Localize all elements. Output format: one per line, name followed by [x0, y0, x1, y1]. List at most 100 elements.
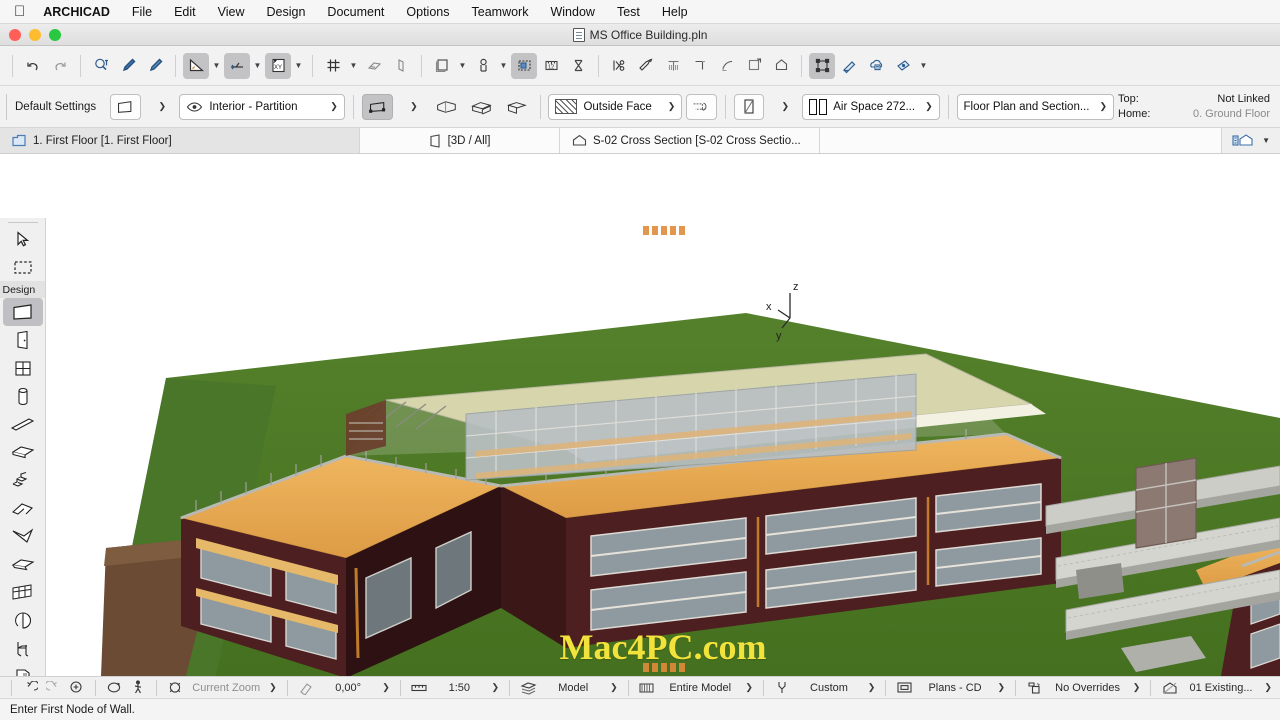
- menu-item-test[interactable]: Test: [606, 5, 651, 19]
- current-zoom-value[interactable]: Current Zoom: [188, 682, 264, 694]
- document-tools-icon[interactable]: [863, 53, 889, 79]
- orbit-icon[interactable]: [104, 679, 124, 697]
- renovation-filter-chevron-icon[interactable]: ❯: [1262, 682, 1274, 693]
- scale-chevron-icon[interactable]: ❯: [490, 682, 502, 693]
- measure-icon[interactable]: 12: [538, 53, 564, 79]
- structure-chevron-icon[interactable]: ❯: [925, 101, 933, 112]
- orientation-icon[interactable]: [296, 679, 316, 697]
- layer-chevron-icon[interactable]: ❯: [330, 101, 338, 112]
- penset-value[interactable]: Custom: [795, 682, 862, 694]
- menu-item-teamwork[interactable]: Teamwork: [461, 5, 540, 19]
- walk-icon[interactable]: [128, 679, 148, 697]
- geometry-polygonal-wall-button[interactable]: [501, 94, 532, 120]
- top-value[interactable]: Not Linked: [1166, 93, 1270, 105]
- slab-tool[interactable]: [3, 438, 43, 466]
- stair-tool[interactable]: [3, 466, 43, 494]
- menu-item-design[interactable]: Design: [256, 5, 317, 19]
- geometry-methods-arrow[interactable]: ❯: [397, 94, 427, 120]
- selection-frame-icon[interactable]: [809, 53, 835, 79]
- roof-tool[interactable]: [3, 494, 43, 522]
- marquee-3d-icon[interactable]: [511, 53, 537, 79]
- coordinate-origin-chevron-icon[interactable]: ▼: [292, 53, 305, 79]
- furniture-tool[interactable]: [3, 634, 43, 662]
- trim-icon[interactable]: [606, 53, 632, 79]
- 3d-viewport[interactable]: z x y Mac4PC.com: [46, 218, 1280, 676]
- wall-tool[interactable]: [3, 298, 43, 326]
- morph-tool[interactable]: [3, 550, 43, 578]
- relative-construction-chevron-icon[interactable]: ▼: [251, 53, 264, 79]
- penset-icon[interactable]: [772, 679, 792, 697]
- layers-icon[interactable]: [429, 53, 455, 79]
- zoom-in-icon[interactable]: [67, 679, 87, 697]
- shell-tool[interactable]: [3, 522, 43, 550]
- partial-structure-chevron-icon[interactable]: ❯: [743, 682, 755, 693]
- scroll-indicator-top[interactable]: [643, 226, 685, 235]
- tab-cross-section[interactable]: S-02 Cross Section [S-02 Cross Sectio...: [560, 128, 820, 153]
- graphic-override-icon[interactable]: [1024, 679, 1044, 697]
- model-view-value[interactable]: Model: [541, 682, 605, 694]
- geometry-curved-wall-button[interactable]: [431, 94, 462, 120]
- layer-combination-icon[interactable]: [894, 679, 914, 697]
- geometry-straight-wall-button[interactable]: [362, 94, 393, 120]
- pan-forward-icon[interactable]: [43, 679, 63, 697]
- reference-line-selector[interactable]: Outside Face ❯: [548, 94, 682, 120]
- flip-wall-button[interactable]: [686, 94, 717, 120]
- grid-snap-chevron-icon[interactable]: ▼: [347, 53, 360, 79]
- curtain-wall-tool[interactable]: [3, 578, 43, 606]
- menu-item-options[interactable]: Options: [395, 5, 460, 19]
- object-tool[interactable]: [3, 606, 43, 634]
- pick-up-parameters-icon[interactable]: [115, 53, 141, 79]
- intersect-icon[interactable]: [687, 53, 713, 79]
- design-tools-icon[interactable]: [836, 53, 862, 79]
- menu-item-help[interactable]: Help: [651, 5, 699, 19]
- home-value[interactable]: 0. Ground Floor: [1166, 108, 1270, 120]
- view-tools-chevron-icon[interactable]: ▼: [917, 53, 930, 79]
- magic-wand-icon[interactable]: [633, 53, 659, 79]
- snap-surfaces-icon[interactable]: [388, 53, 414, 79]
- coordinate-origin-icon[interactable]: XY: [265, 53, 291, 79]
- model-view-icon[interactable]: [518, 679, 538, 697]
- layer-combination-chevron-icon[interactable]: ❯: [995, 682, 1007, 693]
- layers-chevron-icon[interactable]: ▼: [456, 53, 469, 79]
- reference-line-chevron-icon[interactable]: ❯: [668, 101, 676, 112]
- relative-construction-icon[interactable]: [224, 53, 250, 79]
- window-tool[interactable]: [3, 354, 43, 382]
- lock-chevron-icon[interactable]: ▼: [497, 53, 510, 79]
- penset-chevron-icon[interactable]: ❯: [866, 682, 878, 693]
- partial-structure-icon[interactable]: [637, 679, 657, 697]
- menu-item-document[interactable]: Document: [316, 5, 395, 19]
- guide-lines-chevron-icon[interactable]: ▼: [210, 53, 223, 79]
- orientation-angle-value[interactable]: 0,00°: [319, 682, 377, 694]
- graphic-override-value[interactable]: No Overrides: [1047, 682, 1127, 694]
- view-tools-icon[interactable]: [890, 53, 916, 79]
- geometry-rectangular-wall-button[interactable]: [466, 94, 497, 120]
- graphic-override-chevron-icon[interactable]: ❯: [1131, 682, 1143, 693]
- grid-snap-icon[interactable]: [320, 53, 346, 79]
- inject-parameters-icon[interactable]: [142, 53, 168, 79]
- element-info-icon[interactable]: [565, 53, 591, 79]
- door-tool[interactable]: [3, 326, 43, 354]
- composite-structure-button[interactable]: [734, 94, 764, 120]
- menu-item-edit[interactable]: Edit: [163, 5, 207, 19]
- beam-tool[interactable]: [3, 410, 43, 438]
- scale-icon[interactable]: [409, 679, 429, 697]
- tab-3d-all[interactable]: [3D / All]: [360, 128, 560, 153]
- undo-icon[interactable]: [20, 53, 46, 79]
- model-view-chevron-icon[interactable]: ❯: [608, 682, 620, 693]
- parameter-transfer-icon[interactable]: [88, 53, 114, 79]
- partial-structure-value[interactable]: Entire Model: [660, 682, 740, 694]
- wall-tool-settings-button[interactable]: [110, 94, 141, 120]
- scale-value[interactable]: 1:50: [432, 682, 486, 694]
- adjust-icon[interactable]: [660, 53, 686, 79]
- structure-selector[interactable]: Air Space 272... ❯: [802, 94, 939, 120]
- display-selector[interactable]: Floor Plan and Section... ❯: [957, 94, 1114, 120]
- wall-settings-arrow[interactable]: ❯: [145, 94, 175, 120]
- redo-icon[interactable]: [47, 53, 73, 79]
- lock-icon[interactable]: [470, 53, 496, 79]
- orientation-chevron-icon[interactable]: ❯: [380, 682, 392, 693]
- renovation-filter-value[interactable]: 01 Existing...: [1183, 682, 1260, 694]
- guide-lines-icon[interactable]: [183, 53, 209, 79]
- chevron-down-icon[interactable]: ▼: [1262, 136, 1270, 145]
- offset-icon[interactable]: [768, 53, 794, 79]
- arrow-tool[interactable]: [3, 225, 43, 253]
